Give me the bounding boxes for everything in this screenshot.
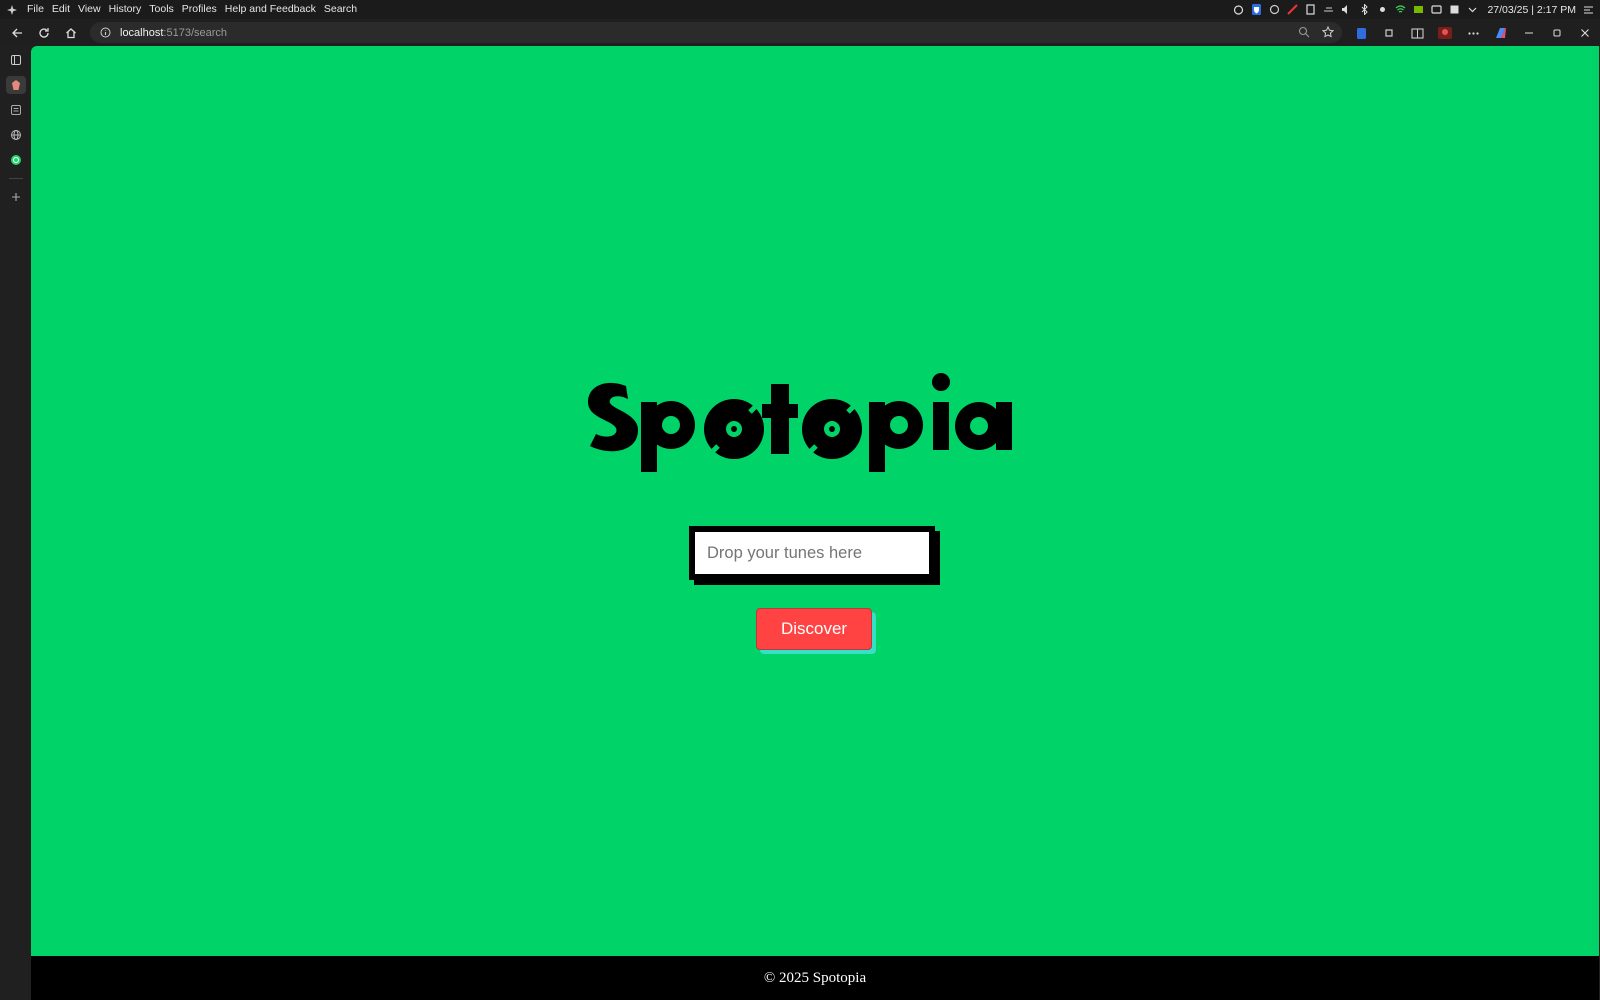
chip-icon[interactable] <box>1449 4 1460 15</box>
discover-button[interactable]: Discover <box>756 608 872 650</box>
notification-icon[interactable] <box>1583 4 1594 15</box>
extension-icon[interactable] <box>5 76 26 94</box>
search-input[interactable] <box>695 532 929 574</box>
weather-icon[interactable] <box>1323 4 1334 15</box>
sidebar-toggle-icon[interactable] <box>6 51 26 69</box>
app-red-icon[interactable] <box>1287 4 1299 15</box>
brightness-icon[interactable] <box>1377 4 1388 15</box>
menu-view[interactable]: View <box>74 0 105 19</box>
whatsapp-icon[interactable] <box>6 151 26 169</box>
address-bar[interactable]: localhost:5173/search <box>90 22 1342 43</box>
menu-tools[interactable]: Tools <box>145 0 178 19</box>
gpu-icon[interactable] <box>1431 4 1443 15</box>
more-options-icon[interactable] <box>1464 24 1482 42</box>
system-tray: 27/03/25 | 2:17 PM <box>1233 0 1594 19</box>
volume-icon[interactable] <box>1341 4 1352 15</box>
password-manager-icon[interactable] <box>1352 24 1370 42</box>
menu-profiles[interactable]: Profiles <box>178 0 221 19</box>
back-icon[interactable] <box>7 23 27 43</box>
chevron-down-icon[interactable] <box>1467 4 1478 15</box>
profile-avatar-icon[interactable] <box>1436 24 1454 42</box>
sidebar-divider <box>8 178 23 179</box>
minimize-icon[interactable] <box>1520 24 1538 42</box>
favorite-star-icon[interactable] <box>1321 25 1335 43</box>
info-icon[interactable] <box>98 26 112 40</box>
menu-edit[interactable]: Edit <box>48 0 74 19</box>
copilot-icon[interactable] <box>1492 24 1510 42</box>
globe-icon[interactable] <box>6 126 26 144</box>
home-icon[interactable] <box>61 23 81 43</box>
app-logo-icon[interactable] <box>5 3 19 17</box>
collections-icon[interactable] <box>6 101 26 119</box>
network-icon[interactable] <box>1269 4 1280 15</box>
footer-copyright: © 2025 Spotopia <box>763 969 867 986</box>
system-menubar: File Edit View History Tools Profiles He… <box>0 0 1600 19</box>
search-box <box>689 526 935 580</box>
menu-search[interactable]: Search <box>320 0 361 19</box>
url-text[interactable]: localhost:5173/search <box>120 27 227 39</box>
menu-history[interactable]: History <box>105 0 146 19</box>
split-screen-icon[interactable] <box>1408 24 1426 42</box>
clipboard-icon[interactable] <box>1305 4 1316 15</box>
discover-wrapper: Discover <box>756 608 876 654</box>
extensions-icon[interactable] <box>1380 24 1398 42</box>
close-icon[interactable] <box>1576 24 1594 42</box>
restore-icon[interactable] <box>1548 24 1566 42</box>
url-host: localhost <box>120 26 164 39</box>
browser-toolbar: localhost:5173/search <box>0 19 1600 46</box>
zoom-icon[interactable] <box>1298 25 1310 43</box>
reload-icon[interactable] <box>34 23 54 43</box>
menu-help-feedback[interactable]: Help and Feedback <box>221 0 320 19</box>
search-wrapper <box>689 526 940 585</box>
page-footer: © 2025 Spotopia <box>31 956 1599 1000</box>
bluetooth-icon[interactable] <box>1359 4 1370 15</box>
wifi-icon[interactable] <box>1395 4 1406 15</box>
browser-sidebar <box>0 46 31 1000</box>
add-icon[interactable] <box>6 188 26 206</box>
clock: 27/03/25 | 2:17 PM <box>1487 3 1576 16</box>
page-viewport: Discover © 2025 Spotopia <box>31 46 1599 1000</box>
url-path: :5173/search <box>163 26 228 39</box>
menu-file[interactable]: File <box>23 0 48 19</box>
alarm-icon[interactable] <box>1233 4 1244 15</box>
nvidia-icon[interactable] <box>1413 4 1424 15</box>
shield-icon[interactable] <box>1251 4 1262 15</box>
spotopia-logo <box>588 373 1012 472</box>
